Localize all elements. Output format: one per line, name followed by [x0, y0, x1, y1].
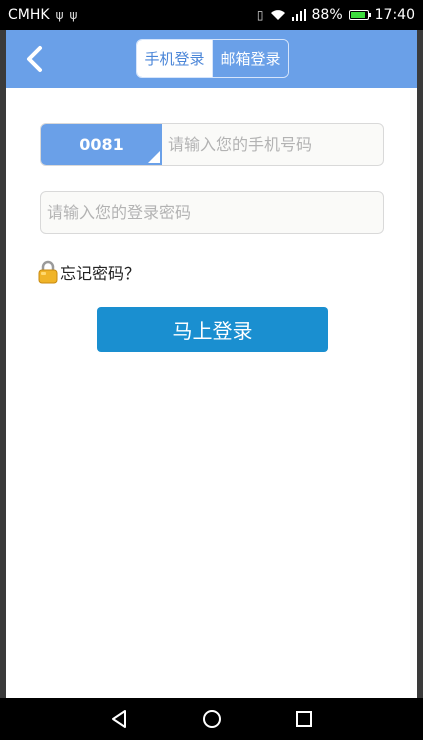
login-button[interactable]: 马上登录: [97, 307, 328, 352]
status-bar: CMHK ψ ψ ▯ 88% 17:40: [0, 0, 423, 30]
square-recents-icon: [295, 711, 312, 727]
corner-triangle-icon: [148, 151, 160, 163]
phone-field-row: 0081: [40, 123, 384, 166]
country-code-value: 0081: [79, 135, 124, 154]
login-screen: 手机登录 邮箱登录 0081 忘记密码？ 马上登录: [6, 30, 417, 698]
signal-icon: [291, 9, 306, 21]
usb-icon: ψ: [55, 8, 64, 22]
system-nav-bar: [0, 698, 423, 740]
wifi-icon: [270, 10, 285, 20]
chevron-left-icon: [27, 46, 42, 72]
nav-home-button[interactable]: [200, 707, 224, 731]
carrier-label: CMHK: [8, 7, 50, 23]
battery-icon: [348, 10, 371, 20]
vibrate-icon: ▯: [256, 8, 264, 22]
back-button[interactable]: [20, 44, 50, 74]
forgot-password-link[interactable]: 忘记密码？: [38, 260, 140, 284]
usb-icon: ψ: [69, 8, 78, 22]
circle-home-icon: [202, 710, 221, 728]
header: 手机登录 邮箱登录: [6, 30, 417, 88]
country-code-selector[interactable]: 0081: [41, 124, 162, 165]
login-method-tabs: 手机登录 邮箱登录: [136, 39, 289, 78]
password-input[interactable]: [41, 192, 383, 233]
battery-percent: 88%: [311, 7, 343, 23]
phone-input[interactable]: [162, 124, 383, 165]
background-edge-right: [417, 30, 423, 698]
nav-recents-button[interactable]: [292, 707, 316, 731]
password-field-row: [40, 191, 384, 234]
triangle-back-icon: [111, 710, 126, 728]
tab-email-login[interactable]: 邮箱登录: [212, 40, 288, 77]
nav-back-button[interactable]: [108, 707, 132, 731]
tab-phone-login[interactable]: 手机登录: [137, 40, 212, 77]
lock-icon: [38, 260, 58, 284]
forgot-password-label: 忘记密码？: [60, 264, 141, 283]
clock: 17:40: [374, 7, 415, 23]
